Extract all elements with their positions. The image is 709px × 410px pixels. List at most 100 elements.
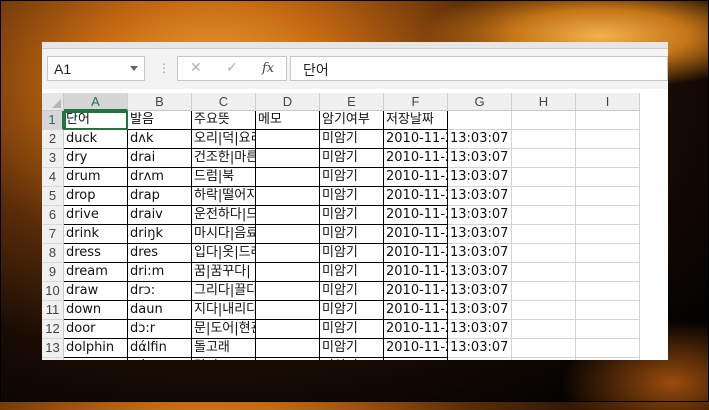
cell-c10[interactable]: 그리다|끌다 xyxy=(192,282,256,301)
cell-e9[interactable]: 미암기 xyxy=(320,263,384,282)
cell-d10[interactable] xyxy=(256,282,320,301)
cell-a13[interactable]: dolphin xyxy=(64,339,128,358)
cell-b6[interactable]: draiv xyxy=(128,206,192,225)
cell-f11[interactable]: 2010-11-20 xyxy=(384,301,448,320)
cell-b8[interactable]: dres xyxy=(128,244,192,263)
column-header-e[interactable]: E xyxy=(320,93,384,111)
cell-f7[interactable]: 2010-11-20 xyxy=(384,225,448,244)
cell-b14[interactable]: dάlər xyxy=(128,358,192,360)
cell-b10[interactable]: drɔ: xyxy=(128,282,192,301)
row-header-4[interactable]: 4 xyxy=(42,168,64,187)
cell-a14[interactable]: dollar xyxy=(64,358,128,360)
cell-i12[interactable] xyxy=(576,320,640,339)
cell-f13[interactable]: 2010-11-20 xyxy=(384,339,448,358)
cell-e8[interactable]: 미암기 xyxy=(320,244,384,263)
row-header-11[interactable]: 11 xyxy=(42,301,64,320)
cell-g5[interactable]: 13:03:07 xyxy=(448,187,512,206)
cell-f9[interactable]: 2010-11-20 xyxy=(384,263,448,282)
enter-icon[interactable]: ✓ xyxy=(226,60,238,76)
cell-g2[interactable]: 13:03:07 xyxy=(448,130,512,149)
cell-h8[interactable] xyxy=(512,244,576,263)
cell-c1[interactable]: 주요뜻 xyxy=(192,111,256,130)
cell-a1[interactable]: 단어 xyxy=(64,111,128,130)
row-header-14[interactable]: 14 xyxy=(42,358,64,360)
cell-g1[interactable] xyxy=(448,111,512,130)
cell-f1[interactable]: 저장날짜 xyxy=(384,111,448,130)
cell-c11[interactable]: 지다|내리다 xyxy=(192,301,256,320)
cell-f5[interactable]: 2010-11-20 xyxy=(384,187,448,206)
cell-f4[interactable]: 2010-11-20 xyxy=(384,168,448,187)
cell-c12[interactable]: 문|도어|현관 xyxy=(192,320,256,339)
cell-b7[interactable]: driŋk xyxy=(128,225,192,244)
cell-e6[interactable]: 미암기 xyxy=(320,206,384,225)
cell-a5[interactable]: drop xyxy=(64,187,128,206)
column-header-i[interactable]: I xyxy=(576,93,640,111)
cell-d11[interactable] xyxy=(256,301,320,320)
cell-d8[interactable] xyxy=(256,244,320,263)
cell-i4[interactable] xyxy=(576,168,640,187)
cell-g7[interactable]: 13:03:07 xyxy=(448,225,512,244)
cell-b5[interactable]: drap xyxy=(128,187,192,206)
cell-h9[interactable] xyxy=(512,263,576,282)
cell-h7[interactable] xyxy=(512,225,576,244)
cell-d4[interactable] xyxy=(256,168,320,187)
row-header-3[interactable]: 3 xyxy=(42,149,64,168)
cell-i14[interactable] xyxy=(576,358,640,360)
cell-e10[interactable]: 미암기 xyxy=(320,282,384,301)
cell-h4[interactable] xyxy=(512,168,576,187)
cell-g9[interactable]: 13:03:07 xyxy=(448,263,512,282)
column-header-b[interactable]: B xyxy=(128,93,192,111)
cell-a8[interactable]: dress xyxy=(64,244,128,263)
cell-b11[interactable]: daun xyxy=(128,301,192,320)
cell-d14[interactable] xyxy=(256,358,320,360)
row-header-5[interactable]: 5 xyxy=(42,187,64,206)
formula-input[interactable]: 단어 xyxy=(290,56,668,81)
cell-h6[interactable] xyxy=(512,206,576,225)
cell-a7[interactable]: drink xyxy=(64,225,128,244)
cell-i13[interactable] xyxy=(576,339,640,358)
cell-i2[interactable] xyxy=(576,130,640,149)
cell-c13[interactable]: 돌고래 xyxy=(192,339,256,358)
cancel-icon[interactable]: ✕ xyxy=(190,60,202,76)
cell-c6[interactable]: 운전하다|드 xyxy=(192,206,256,225)
cell-e5[interactable]: 미암기 xyxy=(320,187,384,206)
cell-f14[interactable]: 2010-11-20 xyxy=(384,358,448,360)
cell-f12[interactable]: 2010-11-20 xyxy=(384,320,448,339)
name-box[interactable]: A1 xyxy=(47,56,145,81)
cell-c8[interactable]: 입다|옷|드레 xyxy=(192,244,256,263)
cell-h14[interactable] xyxy=(512,358,576,360)
cell-h11[interactable] xyxy=(512,301,576,320)
cell-b1[interactable]: 발음 xyxy=(128,111,192,130)
cell-e14[interactable]: 미암기 xyxy=(320,358,384,360)
cell-i7[interactable] xyxy=(576,225,640,244)
cell-e1[interactable]: 암기여부 xyxy=(320,111,384,130)
cell-e3[interactable]: 미암기 xyxy=(320,149,384,168)
cell-h3[interactable] xyxy=(512,149,576,168)
cell-d5[interactable] xyxy=(256,187,320,206)
chevron-down-icon[interactable] xyxy=(130,66,138,71)
cell-f2[interactable]: 2010-11-20 xyxy=(384,130,448,149)
cell-g10[interactable]: 13:03:07 xyxy=(448,282,512,301)
cell-c4[interactable]: 드럼|북 xyxy=(192,168,256,187)
cell-i9[interactable] xyxy=(576,263,640,282)
cell-i11[interactable] xyxy=(576,301,640,320)
cell-a9[interactable]: dream xyxy=(64,263,128,282)
column-header-g[interactable]: G xyxy=(448,93,512,111)
cell-d1[interactable]: 메모 xyxy=(256,111,320,130)
row-header-13[interactable]: 13 xyxy=(42,339,64,358)
cell-g12[interactable]: 13:03:07 xyxy=(448,320,512,339)
cell-i10[interactable] xyxy=(576,282,640,301)
column-header-f[interactable]: F xyxy=(384,93,448,111)
cell-e7[interactable]: 미암기 xyxy=(320,225,384,244)
cell-f6[interactable]: 2010-11-20 xyxy=(384,206,448,225)
row-header-10[interactable]: 10 xyxy=(42,282,64,301)
cell-i8[interactable] xyxy=(576,244,640,263)
cell-a11[interactable]: down xyxy=(64,301,128,320)
cell-c5[interactable]: 하락|떨어지 xyxy=(192,187,256,206)
column-header-d[interactable]: D xyxy=(256,93,320,111)
cell-e11[interactable]: 미암기 xyxy=(320,301,384,320)
row-header-7[interactable]: 7 xyxy=(42,225,64,244)
cell-g3[interactable]: 13:03:07 xyxy=(448,149,512,168)
row-header-9[interactable]: 9 xyxy=(42,263,64,282)
cell-i5[interactable] xyxy=(576,187,640,206)
